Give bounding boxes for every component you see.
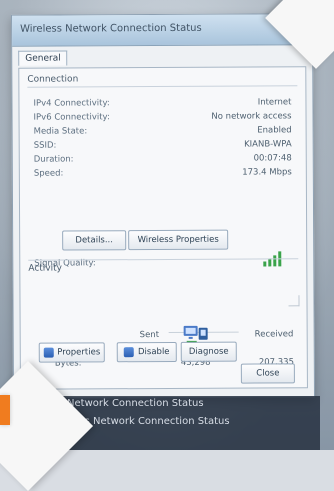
disable-button-label: Disable [137, 346, 170, 358]
row-ssid: SSID: KIANB-WPA [34, 139, 292, 152]
row-ipv4-value: Internet [257, 97, 292, 108]
tab-general[interactable]: General [18, 50, 68, 66]
row-duration: Duration: 00:07:48 [34, 153, 292, 166]
section-activity: Activity [28, 263, 63, 274]
properties-button[interactable]: Properties [38, 342, 105, 363]
shield-icon [123, 347, 135, 358]
row-ipv6-key: IPv6 Connectivity: [33, 112, 110, 123]
row-speed-key: Speed: [33, 168, 64, 179]
row-duration-key: Duration: [33, 154, 74, 165]
received-label: Received [254, 329, 294, 340]
window-title: Wireless Network Connection Status [20, 22, 202, 35]
row-media-state-value: Enabled [257, 125, 292, 136]
sent-label: Sent [139, 330, 160, 341]
close-button[interactable]: Close [240, 363, 295, 384]
row-speed: Speed: 173.4 Mbps [34, 167, 292, 180]
tab-strip: General [12, 45, 312, 69]
resize-grip-icon[interactable] [288, 295, 300, 307]
row-media-state: Media State: Enabled [34, 125, 292, 138]
network-adapter-icon [183, 325, 208, 343]
diagnose-button[interactable]: Diagnose [180, 341, 237, 362]
row-ipv6: IPv6 Connectivity: No network access [34, 111, 292, 124]
row-ssid-key: SSID: [33, 140, 57, 151]
tab-content: Connection IPv4 Connectivity: Internet I… [18, 66, 308, 390]
row-ssid-value: KIANB-WPA [244, 139, 292, 150]
wireless-properties-button[interactable]: Wireless Properties [128, 229, 229, 251]
details-button[interactable]: Details... [62, 230, 127, 251]
row-ipv6-value: No network access [211, 111, 292, 122]
row-duration-value: 00:07:48 [253, 153, 292, 164]
section-divider [28, 258, 299, 261]
connection-status-window: Wireless Network Connection Status ✕ Gen… [10, 13, 316, 399]
orange-tab [0, 395, 10, 425]
shield-icon [43, 347, 54, 358]
row-speed-value: 173.4 Mbps [242, 167, 292, 178]
row-media-state-key: Media State: [33, 126, 88, 137]
section-connection: Connection [27, 74, 79, 85]
properties-button-label: Properties [57, 347, 101, 358]
row-ipv4: IPv4 Connectivity: Internet [33, 97, 291, 110]
section-divider [27, 85, 298, 88]
disable-button[interactable]: Disable [116, 341, 177, 363]
row-ipv4-key: IPv4 Connectivity: [33, 98, 110, 109]
